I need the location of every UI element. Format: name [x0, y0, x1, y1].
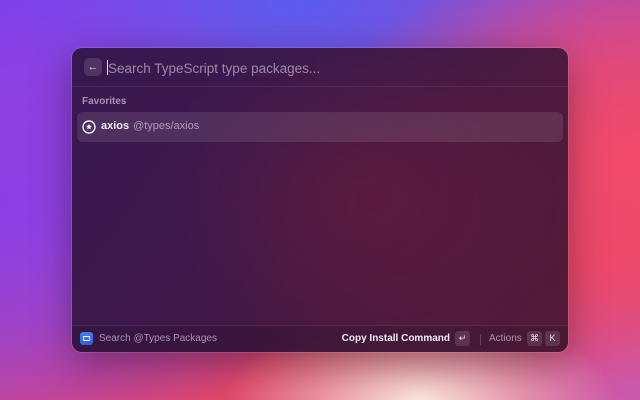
item-title: axios — [101, 120, 130, 132]
desktop-background: { "header": { "back_icon": "←", "search_… — [0, 0, 640, 400]
search-bar: ← — [72, 48, 568, 87]
list-item[interactable]: axios @types/axios — [77, 112, 563, 142]
arrow-left-icon: ← — [87, 61, 99, 73]
search-input[interactable] — [108, 58, 548, 78]
types-package-icon — [80, 332, 93, 345]
actions-button[interactable]: Actions — [489, 333, 522, 344]
command-key-icon: ⌘ — [527, 331, 542, 346]
section-title-favorites: Favorites — [82, 96, 127, 107]
back-button[interactable]: ← — [84, 58, 102, 76]
k-key-icon: K — [545, 331, 560, 346]
launcher-window: ← Favorites axios @types/axios Search @T… — [72, 48, 568, 352]
star-circle-icon — [82, 120, 96, 134]
extension-title: Search @Types Packages — [99, 333, 217, 344]
return-key-icon: ↵ — [455, 331, 470, 346]
footer-divider — [480, 334, 481, 345]
copy-install-command-button[interactable]: Copy Install Command — [342, 333, 450, 344]
action-bar: Search @Types Packages Copy Install Comm… — [72, 325, 568, 352]
item-subtitle: @types/axios — [133, 120, 200, 132]
